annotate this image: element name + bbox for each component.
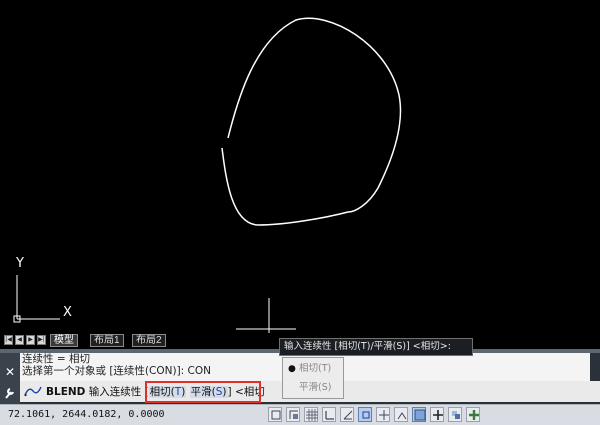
lineweight-icon[interactable] xyxy=(448,407,462,422)
status-bar: 72.1061, 2644.0182, 0.0000 xyxy=(0,404,600,425)
dropdown-option-smooth[interactable]: 平滑(S) xyxy=(283,379,343,397)
first-tab-button[interactable]: |◀ xyxy=(4,335,13,345)
tab-model[interactable]: 模型 xyxy=(50,334,78,347)
prev-tab-button[interactable]: ◀ xyxy=(15,335,24,345)
quick-properties-icon[interactable] xyxy=(466,407,480,422)
object-snap-icon[interactable] xyxy=(358,407,372,422)
ucs-x-label: X xyxy=(63,305,72,320)
tab-layout2[interactable]: 布局2 xyxy=(132,334,166,347)
coordinate-readout[interactable]: 72.1061, 2644.0182, 0.0000 xyxy=(8,408,165,422)
model-space-canvas[interactable]: Y X xyxy=(0,0,600,335)
prompt-text: 输入连续性 [ xyxy=(88,386,149,398)
infer-constraints-icon[interactable] xyxy=(268,407,282,422)
dynamic-ucs-icon[interactable] xyxy=(412,407,426,422)
ucs-y-label: Y xyxy=(16,256,24,271)
drawing-area[interactable] xyxy=(0,0,600,335)
options-highlight-box xyxy=(145,381,261,403)
selected-bullet-icon: ● xyxy=(288,364,296,374)
object-snap-tracking-icon[interactable] xyxy=(394,407,408,422)
dropdown-option-tangent[interactable]: ● 相切(T) xyxy=(283,360,343,378)
dynamic-input-tooltip: 输入连续性 [相切(T)/平滑(S)] <相切>: xyxy=(279,338,473,356)
close-icon[interactable]: ✕ xyxy=(4,365,16,379)
blend-command-icon xyxy=(24,384,42,398)
next-tab-button[interactable]: ▶ xyxy=(26,335,35,345)
ortho-mode-icon[interactable] xyxy=(322,407,336,422)
blend-curve[interactable] xyxy=(221,17,402,226)
last-tab-button[interactable]: ▶| xyxy=(37,335,46,345)
wrench-icon[interactable] xyxy=(4,386,16,400)
command-window-sidebar: ✕ xyxy=(0,353,20,404)
dropdown-option-label: 相切(T) xyxy=(299,363,332,374)
command-name: BLEND xyxy=(46,386,86,398)
tab-layout1[interactable]: 布局1 xyxy=(90,334,124,347)
dropdown-option-label: 平滑(S) xyxy=(299,382,332,393)
grid-display-icon[interactable] xyxy=(304,407,318,422)
polar-tracking-icon[interactable] xyxy=(340,407,354,422)
ucs-icon xyxy=(13,275,60,323)
option-dropdown[interactable]: ● 相切(T) 平滑(S) xyxy=(282,357,344,399)
snap-mode-icon[interactable] xyxy=(286,407,300,422)
dynamic-input-icon[interactable] xyxy=(430,407,444,422)
3d-object-snap-icon[interactable] xyxy=(376,407,390,422)
